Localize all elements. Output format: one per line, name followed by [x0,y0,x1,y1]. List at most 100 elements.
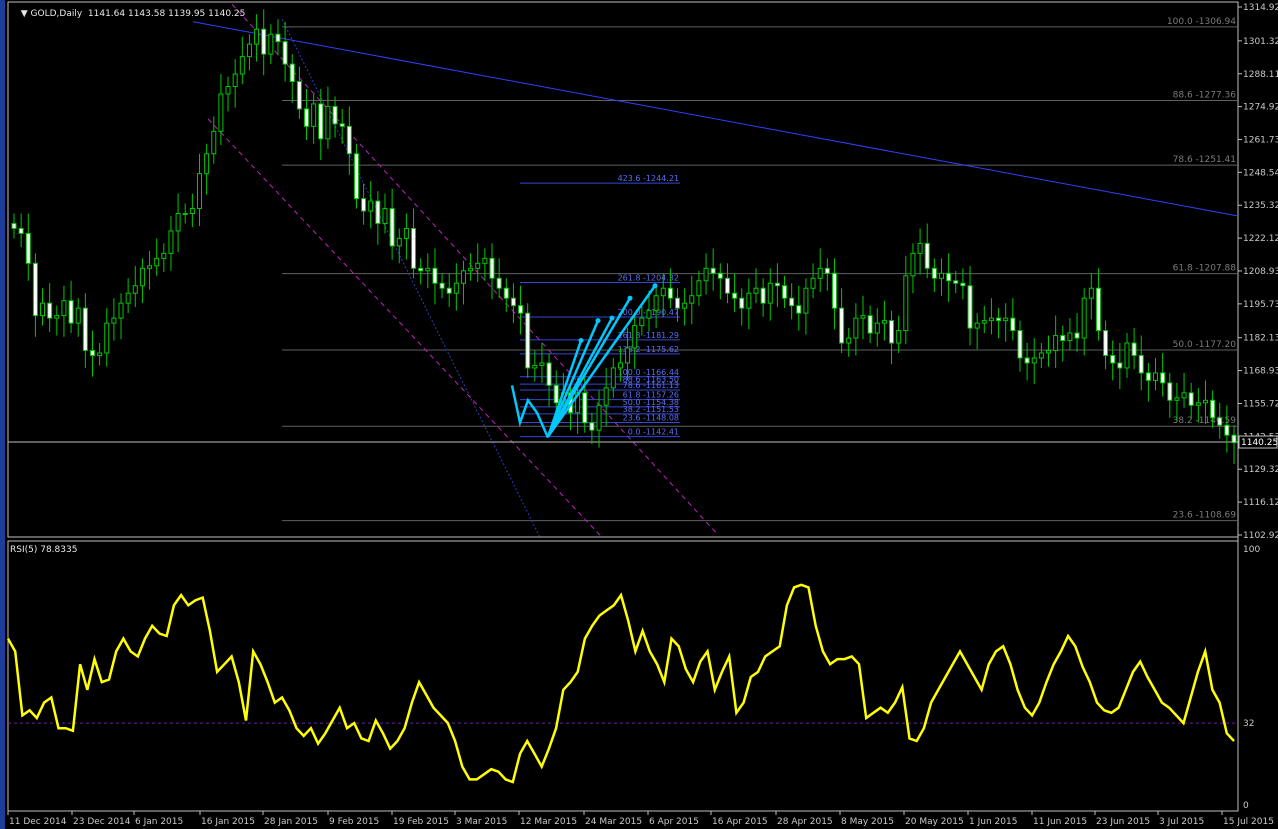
time-tick-label: 28 Apr 2015 [777,817,833,827]
candle-body [703,267,709,282]
candle-body [896,330,902,344]
candle-body [582,392,588,424]
candle-body [389,208,395,247]
candle-body [710,267,716,274]
candle-body [553,384,559,404]
price-tick-label: 1195.73 [1243,300,1278,310]
candle-body [853,317,859,339]
candle-body [1167,382,1173,401]
candle-body [111,317,117,324]
candle-body [268,33,274,55]
candle-body [353,153,359,200]
candle-body [18,227,24,234]
candle-body [47,302,53,319]
time-tick-label: 6 Jan 2015 [135,817,183,827]
candle-body [1074,332,1080,339]
candle-body [525,312,531,369]
candle-body [1217,417,1223,426]
time-tick-label: 3 Mar 2015 [456,817,507,827]
chart-menu-triangle-icon[interactable]: ▼ [21,9,31,19]
candle-body [589,422,595,431]
candle-body [1174,397,1180,401]
time-tick-label: 9 Feb 2015 [329,817,379,827]
time-tick-label: 16 Apr 2015 [712,817,768,827]
candle-body [239,56,245,75]
price-tick-label: 1261.73 [1243,135,1278,145]
candle-body [196,173,202,210]
candle-body [931,267,937,279]
candle-body [938,272,944,279]
candle-body [810,277,816,289]
candle-body [503,287,509,299]
candle-body [796,305,802,314]
candle-body [332,105,338,125]
candle-body [1153,372,1159,381]
price-tick-label: 1155.72 [1243,399,1278,409]
current-price-label: 1140.25 [1241,438,1278,448]
candle-body [946,272,952,282]
candle-body [539,362,545,366]
candle-body [460,270,466,284]
time-tick-label: 3 Jul 2015 [1159,817,1204,827]
symbol-header: ▼ GOLD,Daily 1141.64 1143.58 1139.95 114… [15,0,246,19]
candle-body [981,320,987,324]
candle-body [246,43,252,58]
candle-body [482,257,488,264]
candle-body [1095,287,1101,332]
candle-body [1103,330,1109,356]
price-tick-label: 1222.12 [1243,234,1278,244]
time-tick-label: 16 Jan 2015 [201,817,255,827]
candle-body [610,367,616,389]
candle-body [289,63,295,83]
price-tick-label: 1248.54 [1243,168,1278,178]
candle-body [903,275,909,332]
candle-body [68,300,74,324]
candle-body [368,200,374,212]
candle-body [1024,357,1030,364]
candle-body [724,277,730,294]
candle-body [82,307,88,351]
candle-body [346,125,352,155]
candle-body [296,81,302,110]
candle-body [1060,335,1066,342]
fib-retracement-label: 100.0 -1306.94 [1167,17,1236,27]
time-tick-label: 23 Jun 2015 [1096,817,1150,827]
candle-body [89,349,95,356]
candle-body [182,213,188,216]
time-tick-label: 1 Jun 2015 [969,817,1017,827]
candle-body [411,227,417,269]
candle-body [831,272,837,309]
candle-body [1224,424,1230,436]
candle-body [510,297,516,307]
candle-body [132,285,138,294]
fib-retracement-label: 50.0 -1177.20 [1173,340,1237,350]
candle-body [596,404,602,431]
candle-body [803,287,809,314]
candle-body [1145,372,1151,381]
candle-body [967,285,973,329]
candle-body [996,317,1002,322]
time-tick-label: 28 Jan 2015 [264,817,318,827]
candle-body [675,297,681,309]
candle-body [1210,399,1216,419]
candle-body [104,322,110,354]
candle-body [667,287,673,299]
candle-body [632,325,638,349]
candle-body [40,302,46,317]
candle-body [881,320,887,324]
candle-body [218,93,224,132]
candle-body [325,105,331,140]
candle-body [1181,392,1187,399]
candle-body [924,242,930,269]
candle-body [11,222,17,229]
price-chart[interactable]: 1314.92 1301.32 1288.11 1274.92 1261.73 1248.… [0,0,1278,829]
price-tick-label: 1301.32 [1243,37,1278,47]
candle-body [1003,317,1009,322]
candle-body [261,28,267,55]
fib-extension-label: 261.8 -1204.32 [618,273,679,282]
candle-body [1053,335,1059,351]
candle-body [739,297,745,309]
candle-body [204,153,210,175]
candle-body [453,282,459,294]
price-tick-label: 1116.12 [1243,498,1278,508]
